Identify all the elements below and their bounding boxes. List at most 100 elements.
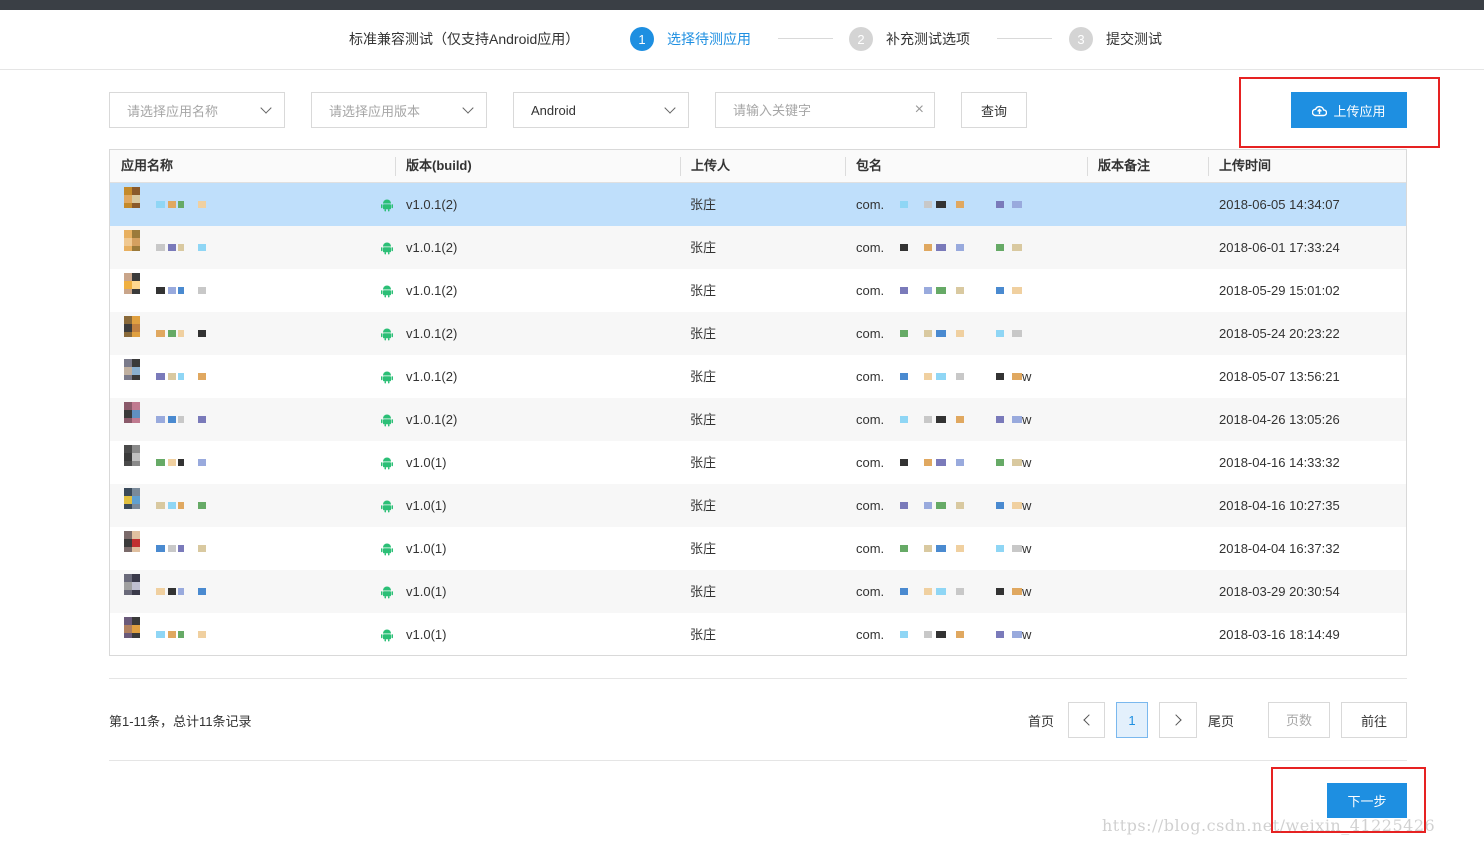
app-icon — [124, 316, 140, 340]
app-name-placeholder: 请选择应用名称 — [127, 103, 219, 119]
package-cell: com. — [856, 627, 885, 642]
table-header: 应用名称 版本(build) 上传人 包名 版本备注 上传时间 — [110, 150, 1406, 183]
step-1[interactable]: 1 选择待测应用 — [630, 27, 751, 51]
table-row[interactable]: v1.0.1(2) 张庄 com. 2018-05-29 15:01:02 — [110, 269, 1406, 312]
app-name-select[interactable]: 请选择应用名称 — [109, 92, 285, 128]
version-cell: v1.0.1(2) — [406, 283, 458, 298]
top-dark-bar — [0, 0, 1484, 10]
platform-value: Android — [531, 102, 576, 118]
clear-icon[interactable]: × — [915, 102, 924, 118]
upload-time-cell: 2018-05-07 13:56:21 — [1219, 369, 1340, 384]
uploader-cell: 张庄 — [690, 369, 717, 384]
package-cell: com. — [856, 455, 885, 470]
android-icon — [381, 371, 393, 384]
table-row[interactable]: v1.0.1(2) 张庄 com. w 2018-05-07 13:56:21 — [110, 355, 1406, 398]
step-number: 3 — [1069, 27, 1093, 51]
table-row[interactable]: v1.0.1(2) 张庄 com. 2018-06-01 17:33:24 — [110, 226, 1406, 269]
package-cell: com. — [856, 326, 885, 341]
app-icon — [124, 488, 140, 512]
page-1-button[interactable]: 1 — [1116, 702, 1148, 738]
col-upload-time[interactable]: 上传时间 — [1208, 150, 1271, 182]
android-icon — [381, 199, 393, 212]
col-version-note[interactable]: 版本备注 — [1087, 150, 1150, 182]
uploader-cell: 张庄 — [690, 197, 717, 212]
uploader-cell: 张庄 — [690, 498, 717, 513]
upload-time-cell: 2018-06-05 14:34:07 — [1219, 197, 1340, 212]
divider — [109, 760, 1407, 761]
go-page-button[interactable]: 前往 — [1341, 702, 1407, 738]
table-row[interactable]: v1.0.1(2) 张庄 com. 2018-06-05 14:34:07 — [110, 183, 1406, 226]
version-cell: v1.0(1) — [406, 584, 447, 599]
keyword-field[interactable]: × — [715, 92, 935, 128]
app-icon — [124, 531, 140, 555]
upload-time-cell: 2018-03-29 20:30:54 — [1219, 584, 1340, 599]
app-version-select[interactable]: 请选择应用版本 — [311, 92, 487, 128]
step-label: 补充测试选项 — [886, 31, 970, 47]
platform-select[interactable]: Android — [513, 92, 689, 128]
upload-time-cell: 2018-04-26 13:05:26 — [1219, 412, 1340, 427]
keyword-input[interactable] — [733, 102, 915, 118]
package-suffix: w — [1022, 627, 1032, 642]
last-page-link[interactable]: 尾页 — [1208, 711, 1234, 730]
chevron-down-icon — [462, 102, 474, 114]
uploader-cell: 张庄 — [690, 627, 717, 642]
upload-time-cell: 2018-03-16 18:14:49 — [1219, 627, 1340, 642]
divider — [109, 678, 1407, 679]
upload-time-cell: 2018-04-16 10:27:35 — [1219, 498, 1340, 513]
android-icon — [381, 457, 393, 470]
app-version-placeholder: 请选择应用版本 — [329, 103, 421, 119]
upload-time-cell: 2018-04-16 14:33:32 — [1219, 455, 1340, 470]
table-row[interactable]: v1.0(1) 张庄 com. w 2018-04-04 16:37:32 — [110, 527, 1406, 570]
first-page-link[interactable]: 首页 — [1028, 711, 1054, 730]
version-cell: v1.0.1(2) — [406, 197, 458, 212]
chevron-down-icon — [260, 102, 272, 114]
query-button[interactable]: 查询 — [961, 92, 1027, 128]
uploader-cell: 张庄 — [690, 584, 717, 599]
app-icon — [124, 402, 140, 426]
version-cell: v1.0(1) — [406, 455, 447, 470]
package-cell: com. — [856, 541, 885, 556]
package-suffix: w — [1022, 584, 1032, 599]
android-icon — [381, 414, 393, 427]
col-app-name[interactable]: 应用名称 — [110, 150, 173, 182]
package-cell: com. — [856, 197, 885, 212]
app-icon — [124, 273, 140, 297]
app-table: 应用名称 版本(build) 上传人 包名 版本备注 上传时间 v1.0.1(2… — [109, 149, 1407, 656]
table-row[interactable]: v1.0.1(2) 张庄 com. 2018-05-24 20:23:22 — [110, 312, 1406, 355]
uploader-cell: 张庄 — [690, 455, 717, 470]
col-uploader[interactable]: 上传人 — [680, 150, 730, 182]
app-icon — [124, 574, 140, 598]
table-row[interactable]: v1.0(1) 张庄 com. w 2018-04-16 10:27:35 — [110, 484, 1406, 527]
app-icon — [124, 617, 140, 641]
app-icon — [124, 187, 140, 211]
version-cell: v1.0(1) — [406, 541, 447, 556]
table-row[interactable]: v1.0(1) 张庄 com. w 2018-03-16 18:14:49 — [110, 613, 1406, 656]
step-number: 1 — [630, 27, 654, 51]
uploader-cell: 张庄 — [690, 240, 717, 255]
android-icon — [381, 328, 393, 341]
upload-time-cell: 2018-05-29 15:01:02 — [1219, 283, 1340, 298]
package-cell: com. — [856, 369, 885, 384]
package-suffix: w — [1022, 369, 1032, 384]
step-2[interactable]: 2 补充测试选项 — [849, 27, 970, 51]
version-cell: v1.0.1(2) — [406, 240, 458, 255]
package-cell: com. — [856, 584, 885, 599]
step-label: 选择待测应用 — [667, 31, 751, 47]
watermark: https://blog.csdn.net/weixin_41225426 — [1102, 816, 1436, 835]
table-row[interactable]: v1.0.1(2) 张庄 com. w 2018-04-26 13:05:26 — [110, 398, 1406, 441]
next-page-button[interactable] — [1159, 702, 1197, 738]
table-row[interactable]: v1.0(1) 张庄 com. w 2018-03-29 20:30:54 — [110, 570, 1406, 613]
table-row[interactable]: v1.0(1) 张庄 com. w 2018-04-16 14:33:32 — [110, 441, 1406, 484]
android-icon — [381, 543, 393, 556]
col-version[interactable]: 版本(build) — [395, 150, 472, 182]
android-icon — [381, 242, 393, 255]
col-package[interactable]: 包名 — [845, 150, 882, 182]
step-3[interactable]: 3 提交测试 — [1069, 27, 1162, 51]
app-icon — [124, 445, 140, 469]
page-number-input[interactable] — [1268, 702, 1330, 738]
package-suffix: w — [1022, 455, 1032, 470]
uploader-cell: 张庄 — [690, 412, 717, 427]
version-cell: v1.0(1) — [406, 627, 447, 642]
prev-page-button[interactable] — [1068, 702, 1105, 738]
version-cell: v1.0(1) — [406, 498, 447, 513]
